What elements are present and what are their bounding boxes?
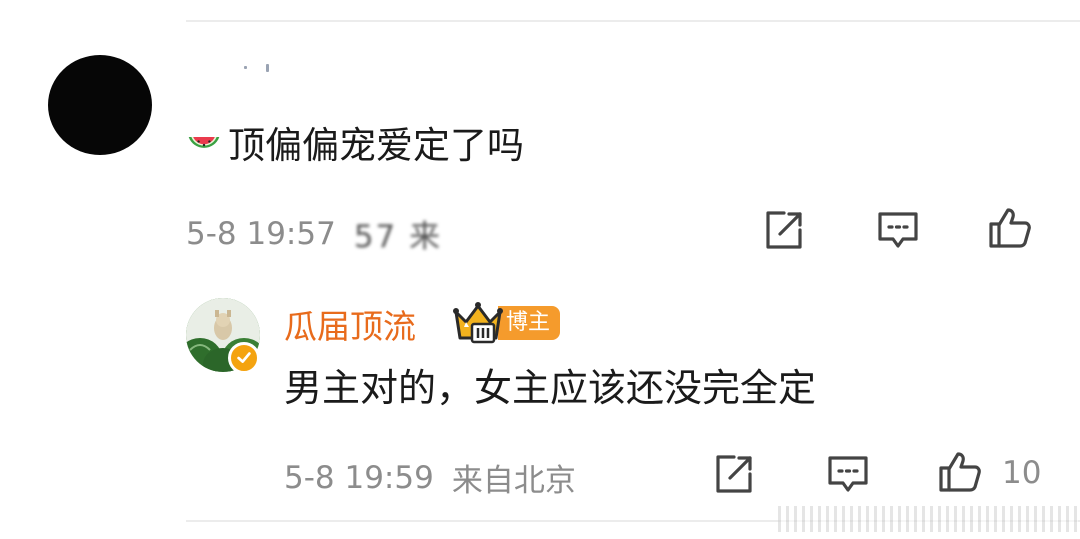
share-icon[interactable]	[712, 452, 756, 496]
thumbs-up-icon[interactable]	[938, 450, 982, 494]
share-icon[interactable]	[762, 208, 806, 252]
reply-body: 男主对的，女主应该还没完全定	[284, 366, 817, 410]
commenter-avatar[interactable]	[48, 55, 152, 155]
reply-time: 5-8 19:59	[284, 459, 434, 496]
reply-meta: 5-8 19:59 来自北京	[284, 455, 576, 500]
thumbs-up-icon[interactable]	[988, 206, 1032, 250]
top-divider	[186, 20, 1080, 22]
scrollbar[interactable]	[778, 506, 1078, 532]
like-count: 10	[1002, 455, 1042, 491]
blogger-name[interactable]: 瓜届顶流	[284, 300, 416, 348]
reply-location: 来自北京	[451, 463, 576, 499]
blogger-badge: 博主	[498, 306, 561, 340]
comment-text: 顶偏偏宠爱定了吗	[228, 124, 524, 167]
comment-body: 顶偏偏宠爱定了吗	[186, 122, 524, 170]
verified-badge-icon	[228, 342, 260, 374]
commenter-name-redacted	[240, 64, 270, 74]
comment-meta: 5-8 19:57 57 来	[186, 211, 442, 256]
comment-icon[interactable]	[826, 452, 870, 496]
crown-icon	[452, 300, 504, 344]
comment-time: 5-8 19:57	[186, 215, 336, 252]
comment-icon[interactable]	[876, 208, 920, 252]
watermelon-icon	[188, 137, 220, 148]
comment-location-blurred: 57 来	[353, 219, 443, 255]
